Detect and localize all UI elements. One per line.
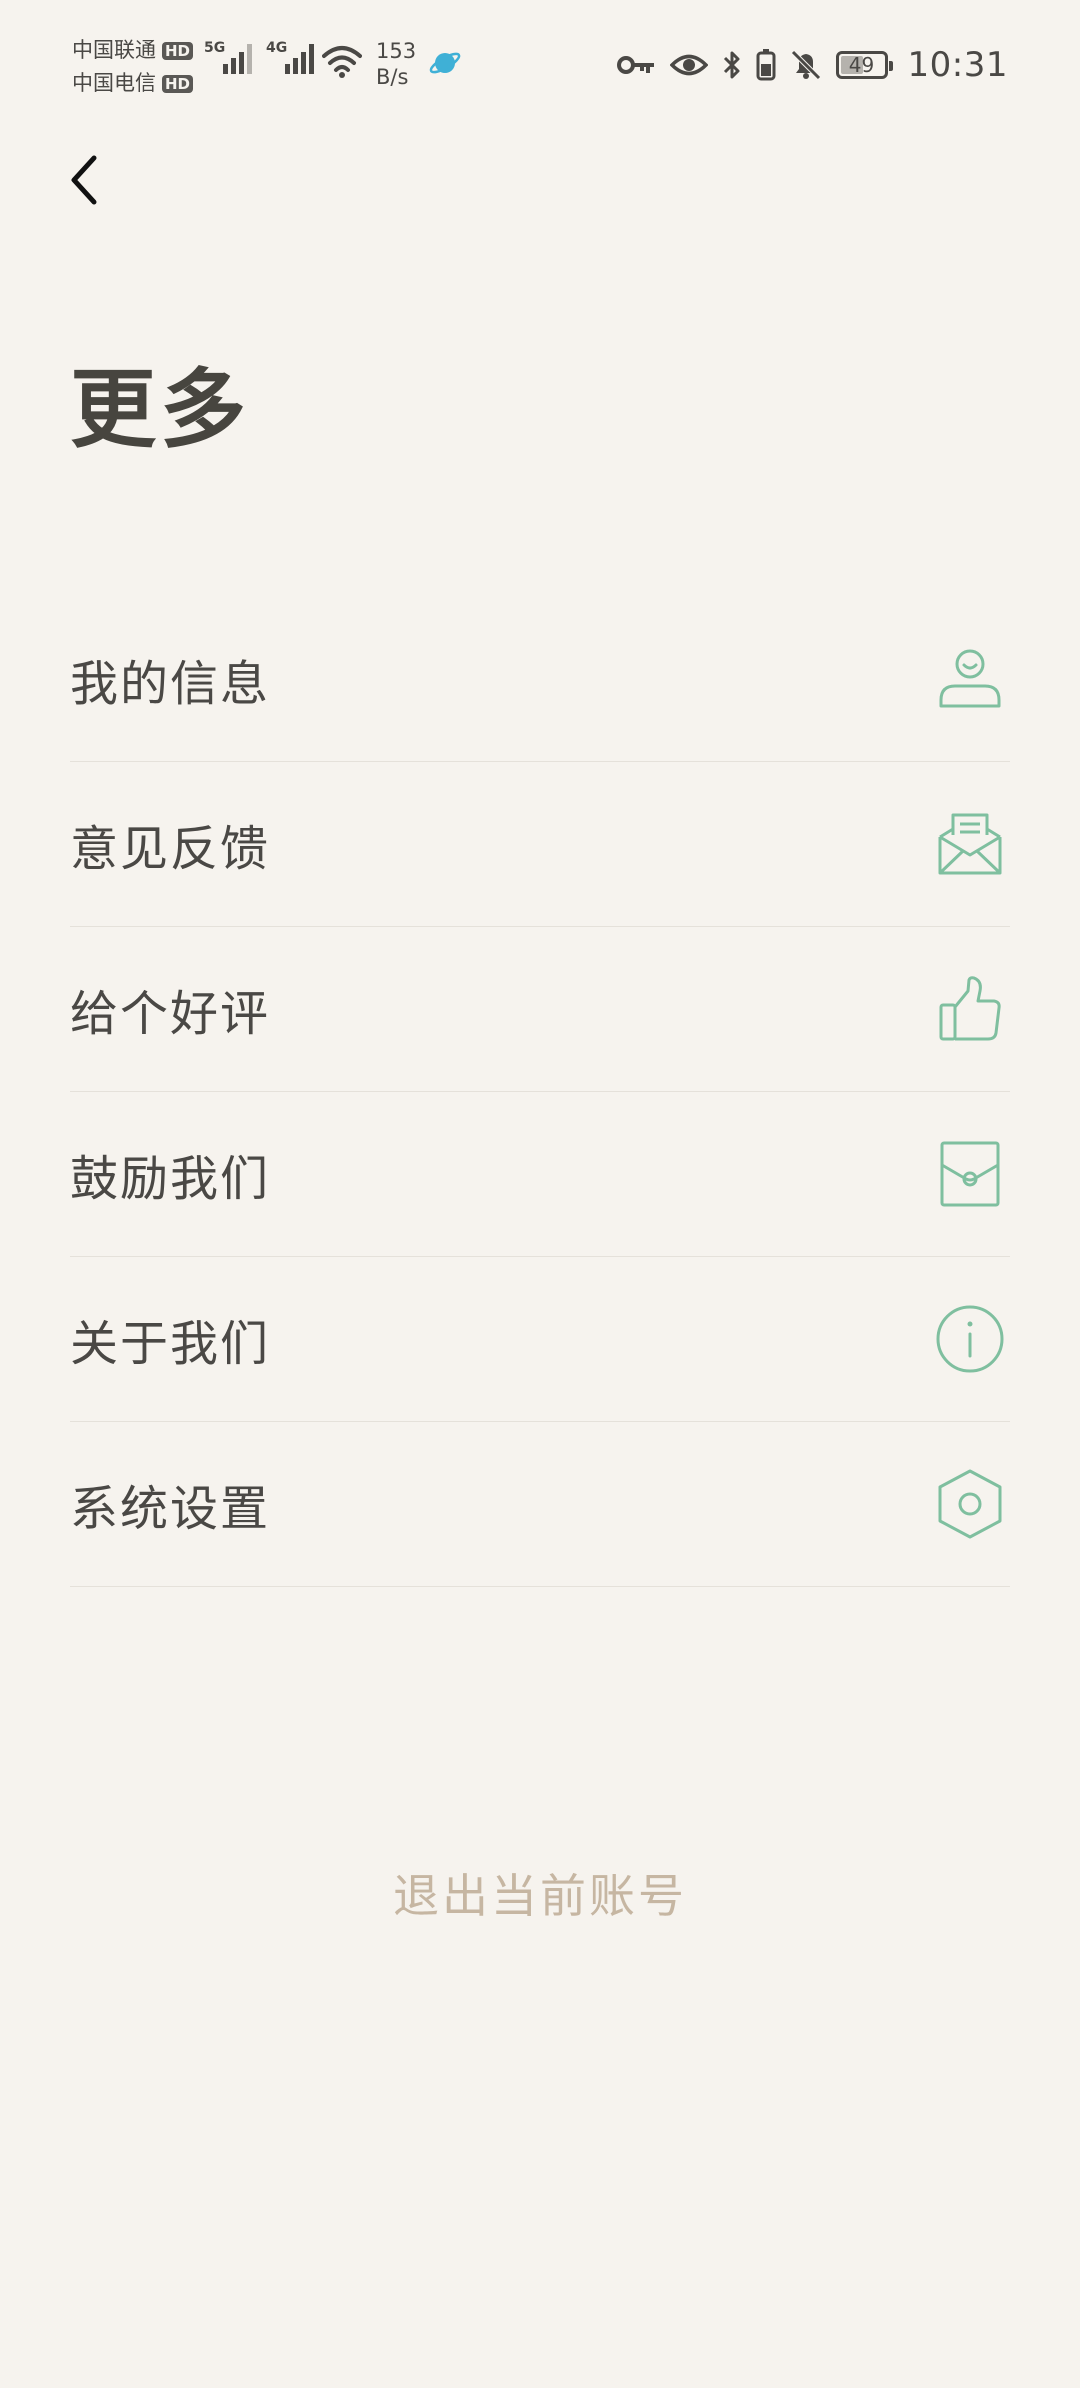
battery-level: 49 (848, 53, 875, 77)
carrier-line-2: 中国电信 HD (72, 67, 194, 100)
planet-icon (429, 52, 461, 74)
menu-item-rate-us[interactable]: 给个好评 (70, 927, 1010, 1092)
signal-4g-icon: 4G (266, 40, 314, 74)
carrier-name-1: 中国联通 (72, 38, 156, 62)
status-clock: 10:31 (907, 45, 1008, 85)
menu-item-encourage-us[interactable]: 鼓励我们 (70, 1092, 1010, 1257)
menu-item-feedback[interactable]: 意见反馈 (70, 762, 1010, 927)
net-speed-unit: B/s (376, 65, 409, 89)
user-icon (932, 641, 1008, 717)
menu-item-my-info[interactable]: 我的信息 (70, 597, 1010, 762)
menu-list: 我的信息 意见反馈 给个好评 鼓励我们 关于我们 系统设置 (70, 597, 1010, 1587)
menu-item-label: 给个好评 (70, 986, 271, 1042)
menu-item-label: 鼓励我们 (70, 1151, 271, 1207)
menu-item-label: 意见反馈 (70, 821, 271, 877)
network-type-5g: 5G (204, 40, 226, 56)
hd-badge-2: HD (162, 74, 194, 93)
bluetooth-icon (723, 51, 740, 79)
hex-settings-icon (932, 1466, 1008, 1542)
eye-icon (669, 54, 708, 76)
notifications-off-icon (790, 50, 821, 80)
net-speed-value: 153 (376, 39, 417, 63)
page-title: 更多 (70, 360, 250, 460)
menu-item-label: 我的信息 (70, 656, 271, 712)
network-type-4g: 4G (266, 40, 288, 56)
menu-item-label: 系统设置 (70, 1481, 271, 1537)
menu-item-system-settings[interactable]: 系统设置 (70, 1422, 1010, 1587)
gift-envelope-icon (932, 1136, 1008, 1212)
carrier-name-2: 中国电信 (72, 71, 156, 95)
status-icons-right: 49 10:31 (616, 40, 1008, 90)
net-speed: 153 B/s (376, 38, 416, 90)
chevron-left-icon (71, 155, 97, 205)
menu-item-label: 关于我们 (70, 1316, 271, 1372)
status-bar: 中国联通 HD 中国电信 HD 5G 4G 153 B/s 49 10:31 (0, 0, 1080, 130)
menu-item-about-us[interactable]: 关于我们 (70, 1257, 1010, 1422)
logout-button[interactable]: 退出当前账号 (0, 1864, 1080, 1928)
back-button[interactable] (56, 148, 112, 212)
battery-icon: 49 (835, 51, 893, 79)
envelope-letter-icon (932, 806, 1008, 882)
thumbs-up-icon (932, 971, 1008, 1047)
key-icon (616, 56, 654, 74)
hd-badge-1: HD (162, 41, 194, 60)
signal-5g-icon: 5G (204, 40, 252, 74)
battery-saver-icon (756, 49, 776, 81)
carrier-info: 中国联通 HD 中国电信 HD (72, 34, 194, 100)
info-icon (932, 1301, 1008, 1377)
carrier-line-1: 中国联通 HD (72, 34, 194, 67)
wifi-icon (322, 46, 362, 78)
